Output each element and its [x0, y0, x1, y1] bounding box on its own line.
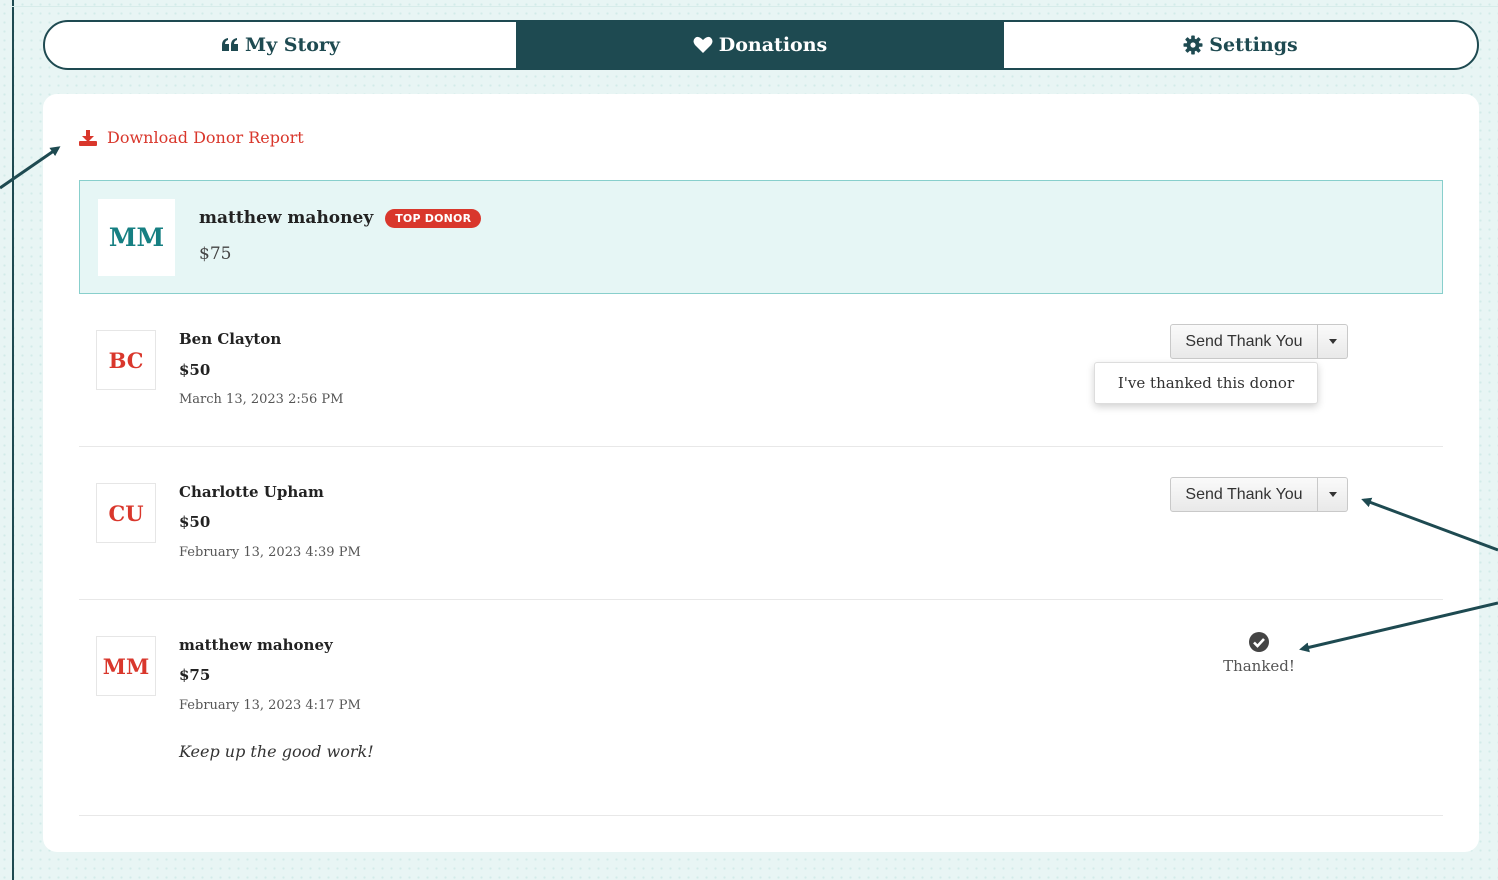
annotation-arrow-download — [0, 146, 61, 190]
annotation-arrow-send — [1361, 497, 1498, 552]
annotation-arrow-thanked — [1299, 601, 1498, 653]
annotation-arrows — [0, 146, 1498, 653]
